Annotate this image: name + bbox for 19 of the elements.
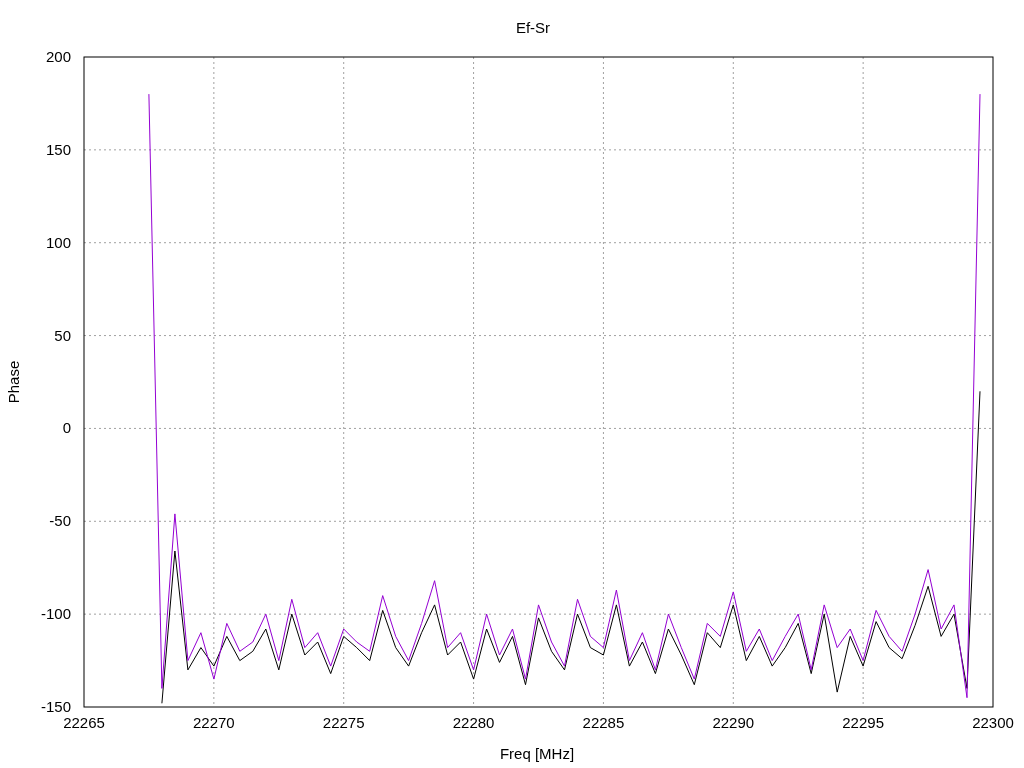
chart-title: Ef-Sr	[515, 19, 551, 36]
x-tick-label: 22295	[842, 714, 884, 731]
x-tick-label: 22290	[712, 714, 755, 731]
x-tick-label: 22270	[193, 714, 235, 731]
x-tick-label: 22280	[452, 714, 495, 731]
y-tick-label: 100	[45, 233, 71, 251]
y-tick-label: 0	[62, 419, 71, 437]
y-tick-label: 150	[45, 140, 71, 158]
y-tick-label: -100	[40, 605, 71, 623]
x-tick-label: 22300	[972, 714, 1014, 731]
x-tick-label: 22265	[63, 714, 105, 731]
x-tick-label: 22285	[582, 714, 625, 731]
y-tick-label: 200	[45, 48, 71, 65]
y-axis-label: Phase	[5, 360, 22, 404]
y-tick-label: -150	[40, 698, 71, 715]
y-tick-label: 50	[54, 326, 71, 344]
y-tick-label: -50	[49, 512, 71, 530]
x-axis-label: Freq [MHz]	[499, 745, 575, 762]
x-tick-label: 22275	[322, 714, 365, 731]
